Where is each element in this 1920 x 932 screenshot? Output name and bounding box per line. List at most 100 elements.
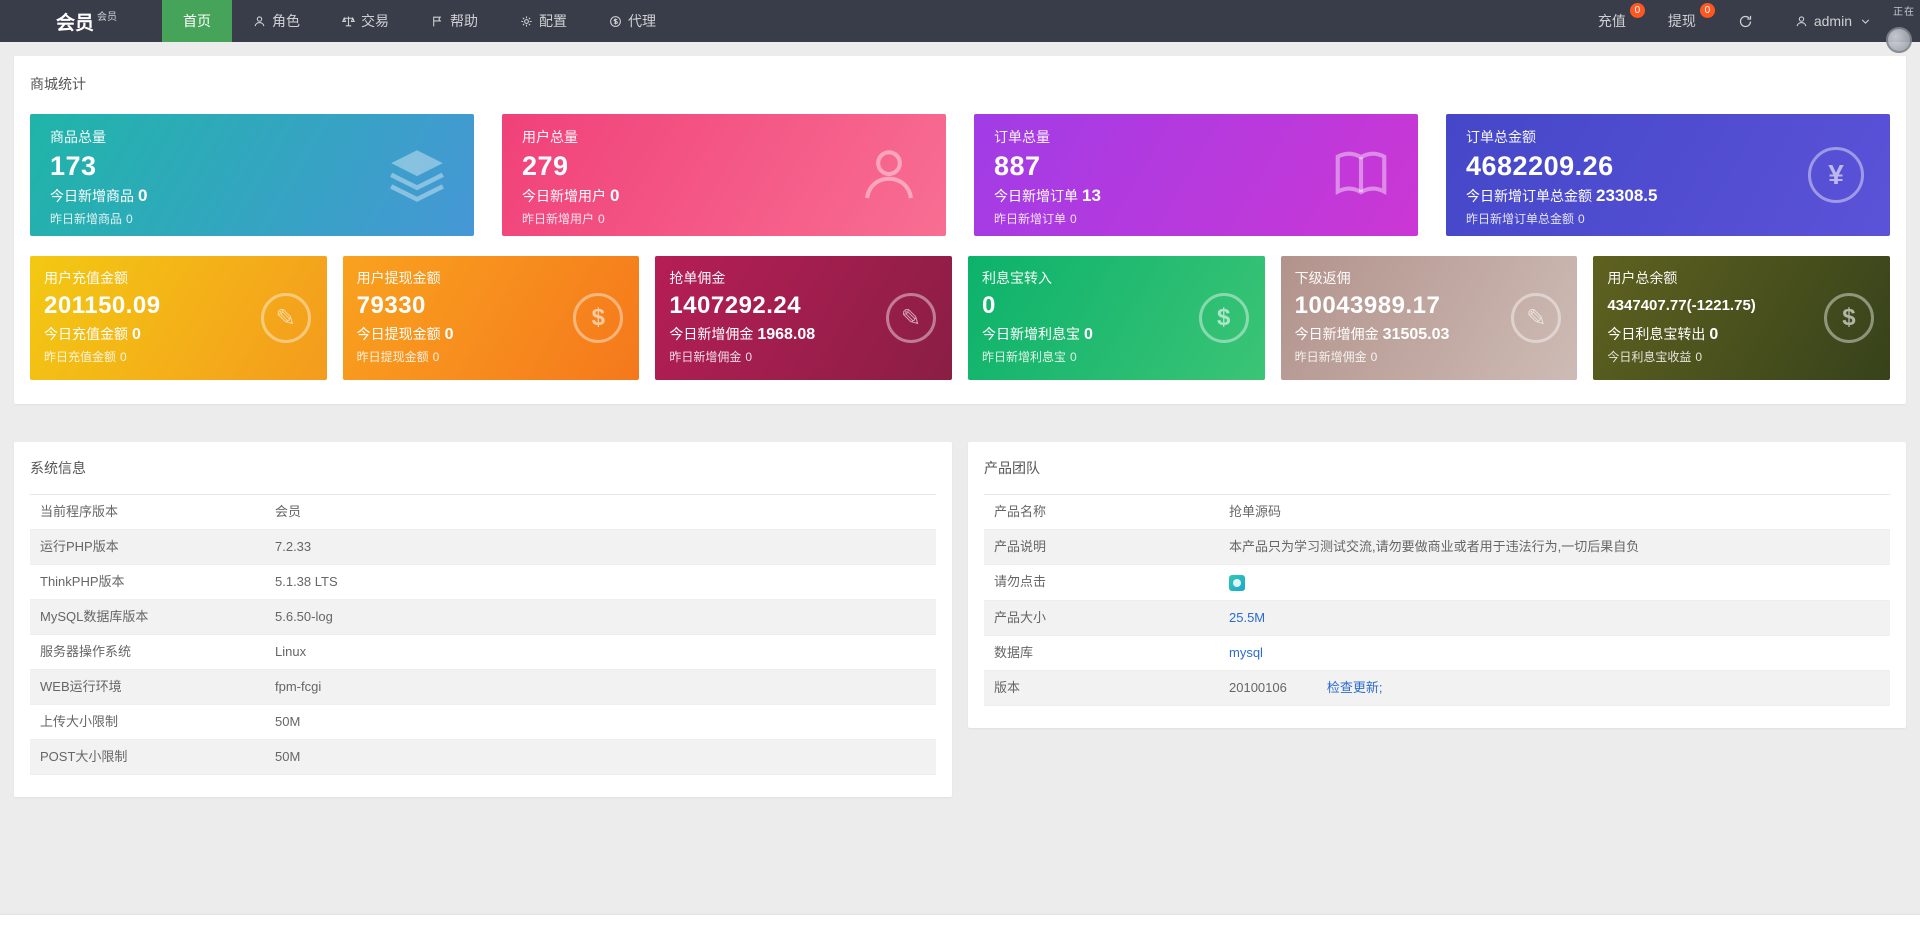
table-row: 数据库 mysql (984, 635, 1890, 671)
stat-yest-label: 昨日充值金额 (44, 350, 117, 364)
stat-title: 用户提现金额 (356, 270, 441, 286)
stat-yesterday: 昨日新增订单 0 (994, 210, 1398, 227)
top-navbar: 会员 会员 首页 角色 交易 帮助 配置 代理 充值 0 提现 0 admin (0, 0, 1920, 42)
nav-item-roles[interactable]: 角色 (232, 0, 321, 42)
product-name-value: 抢单源码 (1229, 504, 1282, 519)
stats-row-2: 用户充值金额 201150.09 今日充值金额 0 昨日充值金额 0 ✎ 用户提现金… (30, 256, 1890, 380)
row-label: POST大小限制 (40, 749, 128, 764)
stat-yest-label: 昨日新增商品 (50, 212, 123, 226)
user-icon (254, 15, 265, 26)
table-row: 请勿点击 (984, 565, 1890, 601)
version-value: 20100106 (1229, 679, 1287, 695)
user-menu[interactable]: admin (1774, 0, 1892, 42)
row-label: MySQL数据库版本 (40, 609, 149, 624)
nav-label: 交易 (361, 13, 389, 29)
app-logo[interactable]: 会员 会员 (0, 0, 162, 42)
pen-icon: ✎ (1511, 293, 1562, 343)
flag-icon (433, 16, 442, 26)
recharge-label: 充值 (1597, 13, 1626, 29)
stat-today-label: 今日新增订单总金额 (1466, 188, 1592, 204)
nav-item-home[interactable]: 首页 (162, 0, 232, 42)
nav-item-trade[interactable]: 交易 (321, 0, 410, 42)
tile-orders-total: 订单总量 887 今日新增订单 13 昨日新增订单 0 (974, 114, 1418, 236)
withdraw-badge: 0 (1699, 3, 1715, 18)
tile-users-total: 用户总量 279 今日新增用户 0 昨日新增用户 0 (502, 114, 946, 236)
row-label: WEB运行环境 (40, 679, 122, 694)
do-not-click-icon[interactable] (1229, 574, 1245, 591)
tile-interest-in: 利息宝转入 0 今日新增利息宝 0 昨日新增利息宝 0 $ (967, 256, 1265, 380)
table-row: 产品名称 抢单源码 (984, 494, 1890, 530)
recharge-button[interactable]: 充值 0 (1577, 0, 1647, 42)
stat-today-label: 今日提现金额 (356, 326, 441, 342)
row-value: 5.6.50-log (275, 609, 333, 624)
nav-item-config[interactable]: 配置 (499, 0, 588, 42)
stat-title: 订单总金额 (1466, 129, 1536, 145)
withdraw-label: 提现 (1667, 13, 1696, 29)
tile-user-recharge: 用户充值金额 201150.09 今日充值金额 0 昨日充值金额 0 ✎ (30, 256, 327, 380)
footer-bar (0, 915, 1920, 932)
withdraw-button[interactable]: 提现 0 (1647, 0, 1717, 42)
stats-row-1: 商品总量 173 今日新增商品 0 昨日新增商品 0 用户总量 279 今日新增用户… (30, 114, 1890, 236)
row-value: 50M (275, 714, 301, 729)
row-label: 产品大小 (994, 609, 1047, 625)
nav-label: 首页 (183, 13, 211, 29)
stat-yest-value: 0 (120, 350, 127, 364)
table-row: 上传大小限制 50M (30, 705, 936, 740)
table-row: 产品大小 25.5M (984, 600, 1890, 636)
stat-title: 下级返佣 (1294, 270, 1351, 286)
stat-yesterday: 昨日新增订单总金额 0 (1466, 210, 1870, 227)
row-label: 产品说明 (994, 539, 1047, 554)
dollar-icon: $ (573, 293, 624, 343)
stat-today-label: 今日新增商品 (50, 188, 134, 204)
stat-today-value: 0 (610, 186, 620, 205)
pen-icon: ✎ (260, 293, 311, 343)
pen-icon: ✎ (885, 293, 936, 343)
stat-today-label: 今日新增佣金 (1294, 326, 1379, 342)
info-cards-row: 系统信息 当前程序版本 会员 运行PHP版本 7.2.33 ThinkPHP版本 5.… (14, 442, 1906, 797)
product-size-link[interactable]: 25.5M (1229, 610, 1265, 625)
stat-yest-label: 今日利息宝收益 (1607, 350, 1692, 364)
nav-item-help[interactable]: 帮助 (410, 0, 499, 42)
stat-yest-label: 昨日新增佣金 (669, 350, 742, 364)
stat-today-value: 23308.5 (1596, 186, 1658, 205)
tile-user-balance: 用户总余额 4347407.77(-1221.75) 今日利息宝转出 0 今日利息… (1593, 256, 1890, 380)
row-label: ThinkPHP版本 (40, 574, 125, 589)
stat-title: 用户总余额 (1607, 270, 1678, 286)
system-info-title: 系统信息 (30, 460, 86, 476)
stat-title: 用户充值金额 (44, 270, 128, 286)
stat-yest-value: 0 (1370, 350, 1378, 364)
system-info-table: 当前程序版本 会员 运行PHP版本 7.2.33 ThinkPHP版本 5.1.38 … (30, 494, 936, 775)
stat-yest-label: 昨日新增利息宝 (981, 350, 1066, 364)
row-label: 产品名称 (994, 504, 1047, 519)
stat-yesterday: 今日利息宝收益 0 (1607, 348, 1876, 365)
stat-today-value: 0 (132, 326, 141, 343)
stat-yesterday: 昨日提现金额 0 (357, 348, 626, 365)
chevron-down-icon (1861, 18, 1870, 24)
refresh-icon (1739, 15, 1751, 27)
stat-yest-label: 昨日新增订单总金额 (1466, 212, 1575, 226)
scales-icon (342, 16, 355, 26)
table-row: 服务器操作系统 Linux (30, 635, 936, 670)
database-link[interactable]: mysql (1229, 645, 1263, 660)
stat-yest-value: 0 (745, 350, 753, 364)
row-value: 7.2.33 (275, 539, 312, 554)
stat-today-value: 0 (138, 186, 148, 205)
row-value: 50M (275, 749, 301, 764)
refresh-button[interactable] (1717, 0, 1774, 42)
product-desc-value: 本产品只为学习测试交流,请勿要做商业或者用于违法行为,一切后果自负 (1229, 539, 1640, 554)
table-row: 运行PHP版本 7.2.33 (30, 529, 936, 565)
table-row: MySQL数据库版本 5.6.50-log (30, 599, 936, 635)
stat-yest-value: 0 (1578, 212, 1585, 226)
stat-yesterday: 昨日新增佣金 0 (669, 348, 938, 365)
stat-today-label: 今日新增订单 (994, 188, 1078, 204)
check-update-link[interactable]: 检查更新; (1327, 680, 1383, 695)
product-team-table: 产品名称 抢单源码 产品说明 本产品只为学习测试交流,请勿要做商业或者用于违法行… (984, 494, 1890, 706)
stat-yest-label: 昨日新增用户 (522, 212, 595, 226)
stat-today-value: 0 (1709, 326, 1719, 343)
mall-stats-title: 商城统计 (30, 76, 86, 92)
nav-item-agent[interactable]: 代理 (588, 0, 677, 42)
floating-badge-icon[interactable] (1886, 27, 1912, 53)
row-label: 版本 (994, 679, 1021, 695)
stat-today-value: 31505.03 (1382, 326, 1450, 343)
logo-sup-text: 会员 (97, 11, 118, 23)
